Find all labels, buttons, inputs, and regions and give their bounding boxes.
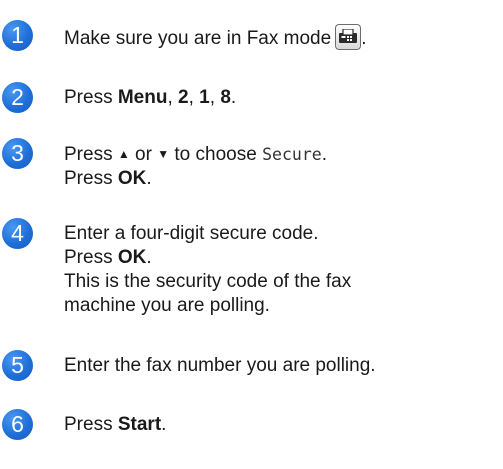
step-text: Press Start. [64, 413, 503, 437]
end-punctuation: . [230, 87, 237, 108]
press-label: Press [64, 414, 113, 435]
step-text: Enter the fax number you are polling. [64, 354, 503, 378]
step-text: Enter a four-digit secure code. Press OK… [64, 222, 503, 318]
step-number-badge: 1 [2, 20, 33, 51]
step-number-badge: 5 [2, 350, 33, 381]
separator: , [188, 87, 194, 108]
press-label: Press [64, 168, 113, 189]
end-punctuation: . [146, 168, 152, 189]
step-number-badge: 3 [2, 138, 33, 169]
step-instruction: Make sure you are in Fax mode [64, 28, 332, 49]
step-number-badge: 6 [2, 409, 33, 440]
press-label: Press [64, 247, 113, 268]
option-secure: Secure [262, 145, 322, 164]
end-punctuation: . [321, 144, 327, 165]
or-label: or [135, 144, 152, 165]
key-8: 8 [220, 87, 231, 108]
step-number-badge: 4 [2, 218, 33, 249]
step-instruction: Enter a four-digit secure code. [64, 223, 319, 244]
key-menu: Menu [117, 87, 168, 108]
step-instruction: Enter the fax number you are polling. [64, 355, 376, 376]
key-2: 2 [178, 87, 189, 108]
separator: , [209, 87, 216, 108]
key-1: 1 [199, 87, 210, 108]
step-text: Press Menu, 2, 1, 8. [64, 86, 503, 110]
step-number-badge: 2 [2, 82, 33, 113]
key-ok: OK [117, 247, 147, 268]
step-text: Press ▲ or ▼ to choose Secure. Press OK. [64, 142, 503, 191]
press-label: Press [64, 87, 113, 108]
up-arrow-icon: ▲ [117, 147, 130, 161]
step-text: Make sure you are in Fax mode. [64, 24, 503, 51]
end-punctuation: . [146, 247, 152, 268]
press-label: Press [64, 144, 113, 165]
end-punctuation: . [161, 414, 167, 435]
down-arrow-icon: ▼ [157, 147, 170, 161]
to-choose-label: to choose [174, 144, 257, 165]
separator: , [167, 87, 173, 108]
key-ok: OK [117, 168, 147, 189]
step-note: This is the security code of the fax [64, 271, 352, 292]
step-note: machine you are polling. [64, 295, 270, 316]
key-start: Start [117, 414, 162, 435]
fax-mode-icon [335, 24, 362, 50]
